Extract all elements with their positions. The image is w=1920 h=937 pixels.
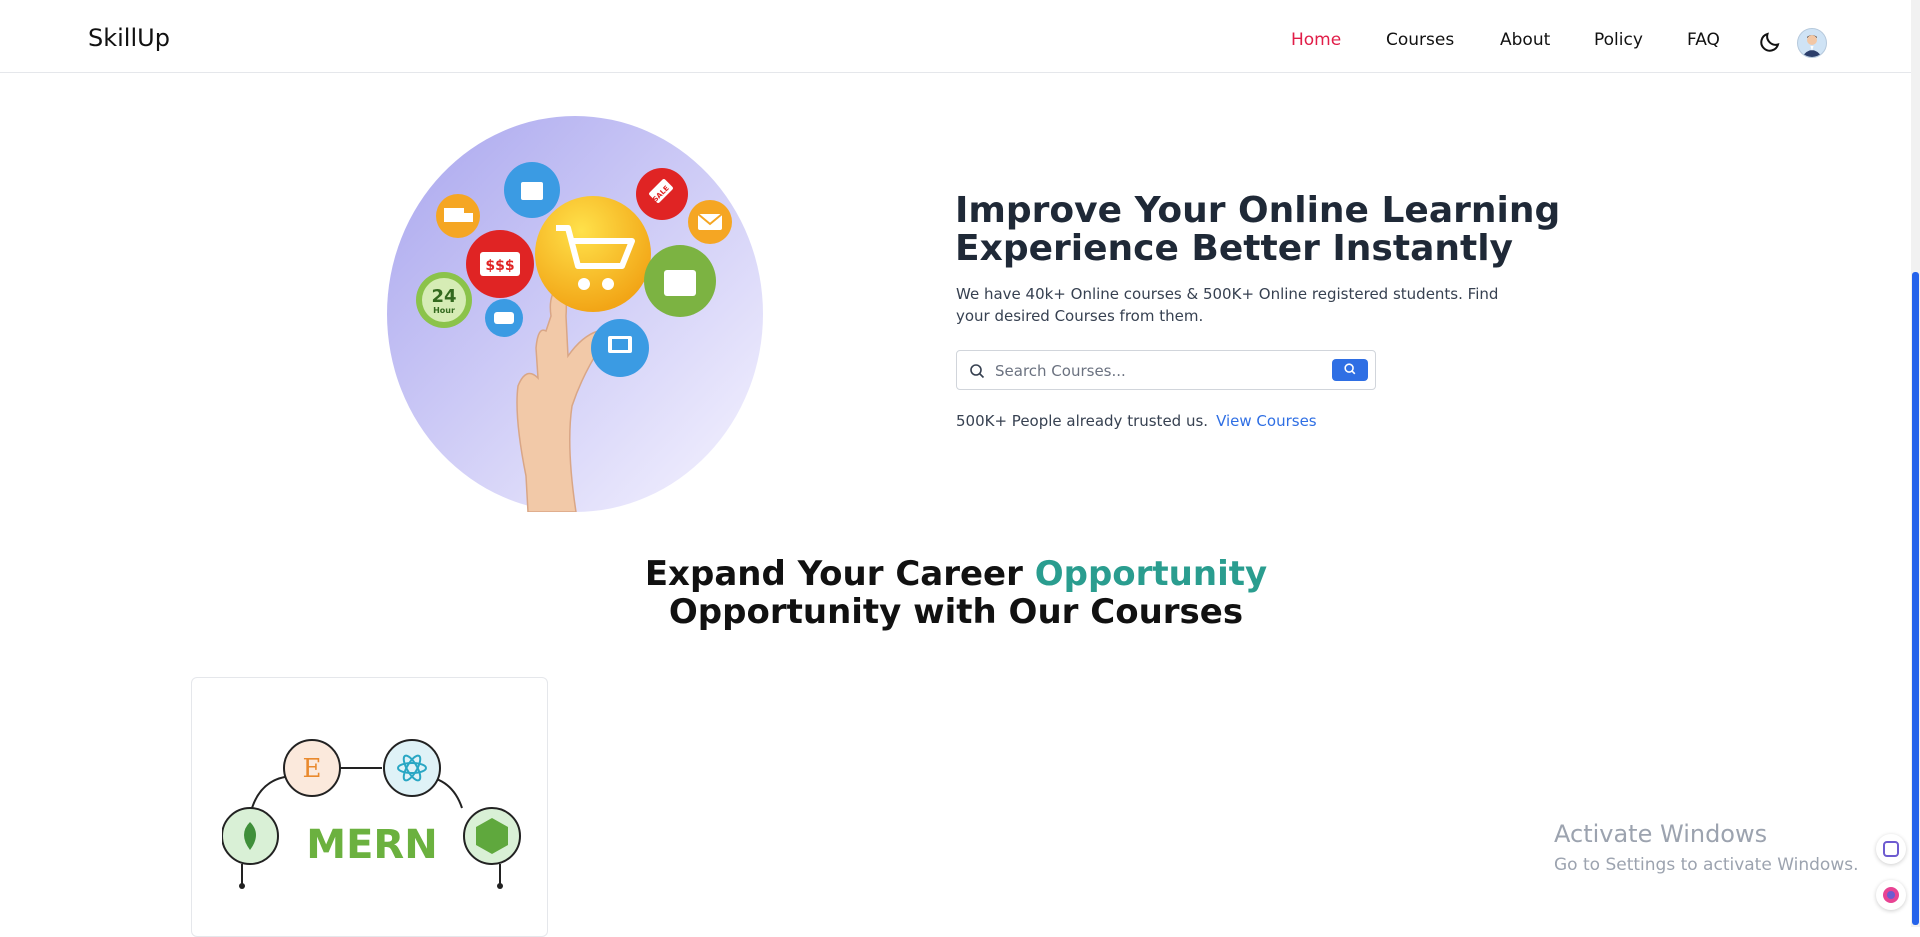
search-button[interactable]	[1332, 359, 1368, 381]
nav-faq[interactable]: FAQ	[1687, 30, 1720, 50]
assistant-widget-icon[interactable]	[1876, 880, 1906, 910]
trust-text: 500K+ People already trusted us.	[956, 412, 1209, 430]
moon-icon[interactable]	[1758, 30, 1782, 54]
user-avatar-icon[interactable]	[1797, 28, 1827, 58]
search-button-icon	[1344, 362, 1356, 374]
money-badge-text: $$$	[485, 258, 514, 274]
hero-title: Improve Your Online Learning Experience …	[955, 190, 1561, 269]
search-input[interactable]	[993, 357, 1317, 385]
windows-activation-title: Activate Windows	[1554, 820, 1768, 848]
nav-home[interactable]: Home	[1291, 30, 1341, 50]
search-icon	[970, 364, 985, 379]
mern-course-image: E MERN	[222, 739, 521, 889]
section-title-suffix: Opportunity with Our Courses	[668, 592, 1244, 632]
hero-illustration: $$$ SALE 24 Hour	[387, 116, 763, 512]
course-search-box	[956, 350, 1376, 390]
badge-24-text: 24	[431, 286, 456, 307]
top-navbar: SkillUp Home Courses About Policy FAQ	[0, 0, 1911, 73]
translate-widget-icon[interactable]	[1876, 834, 1906, 864]
brand-logo[interactable]: SkillUp	[88, 24, 170, 52]
course-card[interactable]: E MERN	[191, 677, 548, 937]
course-image-title: MERN	[306, 822, 437, 868]
course-image-e: E	[303, 754, 322, 784]
scrollbar-thumb[interactable]	[1912, 272, 1919, 925]
trust-line: 500K+ People already trusted us. View Cou…	[956, 412, 1317, 430]
nav-policy[interactable]: Policy	[1594, 30, 1643, 50]
hero-description: We have 40k+ Online courses & 500K+ Onli…	[956, 285, 1499, 325]
view-courses-link[interactable]: View Courses	[1216, 412, 1317, 430]
nav-about[interactable]: About	[1500, 30, 1550, 50]
windows-activation-subtitle: Go to Settings to activate Windows.	[1554, 855, 1859, 875]
section-title-prefix: Expand Your Career	[644, 554, 1023, 594]
section-title-highlight: Opportunity	[1034, 554, 1268, 594]
section-title: Expand Your Career Opportunity Opportuni…	[600, 555, 1312, 631]
badge-hour-text: Hour	[433, 306, 455, 315]
nav-courses[interactable]: Courses	[1386, 30, 1454, 50]
